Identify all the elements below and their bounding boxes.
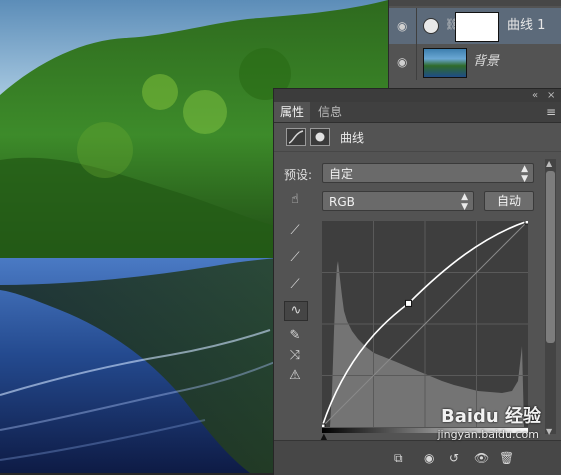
curve-control-point[interactable] xyxy=(405,299,413,307)
layer-visibility-eye-icon[interactable]: ◉ xyxy=(397,19,411,33)
curves-graph-svg[interactable] xyxy=(322,221,528,427)
tab-info[interactable]: 信息 xyxy=(312,102,348,122)
layer-row-divider xyxy=(416,44,417,80)
curve-control-point[interactable] xyxy=(322,423,326,427)
preset-value: 自定 xyxy=(329,167,354,181)
layer-row-curves[interactable]: ◉ ⛓ 曲线 1 xyxy=(389,8,561,44)
curves-graph[interactable] xyxy=(322,221,528,427)
clipping-warning-icon[interactable]: ⚠ xyxy=(284,367,306,385)
white-point-eyedropper-icon[interactable]: ⟋ xyxy=(284,276,306,294)
layer-row-background[interactable]: ◉ 背景 xyxy=(389,44,561,80)
layer-mask-thumbnail[interactable] xyxy=(455,12,499,42)
reset-icon[interactable]: ↺ xyxy=(449,451,459,465)
channel-value: RGB xyxy=(329,195,355,209)
clip-to-layer-icon[interactable]: ⧉ xyxy=(394,451,403,466)
curve-point-tool-icon[interactable]: ∿ xyxy=(284,301,308,321)
pencil-tool-icon[interactable]: ✎ xyxy=(284,327,306,345)
channel-select[interactable]: RGB ▲ ▼ xyxy=(322,191,474,212)
panel-menu-icon[interactable]: ≡ xyxy=(546,105,556,119)
auto-button[interactable]: 自动 xyxy=(484,191,534,211)
chevron-updown-icon: ▲ ▼ xyxy=(461,192,468,212)
collapse-icon[interactable]: « xyxy=(532,90,538,101)
preset-select[interactable]: 自定 ▲ ▼ xyxy=(322,163,534,184)
scrollbar-thumb[interactable] xyxy=(546,171,555,343)
panel-tabs: 属性 信息 ≡ xyxy=(274,102,561,123)
black-point-eyedropper-icon[interactable]: ⟋ xyxy=(284,222,306,240)
layers-panel-top-strip xyxy=(389,0,561,6)
target-adjust-icon[interactable]: ☝ xyxy=(284,191,306,209)
panel-titlebar[interactable]: « × xyxy=(274,89,561,102)
view-previous-icon[interactable]: ◉ xyxy=(424,451,434,465)
smooth-curve-icon[interactable]: ⤨ xyxy=(284,347,306,365)
layer-thumbnail[interactable] xyxy=(423,48,467,78)
watermark-brand: Baidu 经验 xyxy=(440,406,541,427)
close-icon[interactable]: × xyxy=(547,90,555,101)
curves-adjustment-icon[interactable] xyxy=(286,128,306,146)
preset-label: 预设: xyxy=(284,168,313,182)
layer-row-divider xyxy=(416,8,417,44)
layers-panel: ◉ ⛓ 曲线 1 ◉ 背景 xyxy=(388,0,561,92)
visibility-icon[interactable]: 👁 xyxy=(474,451,489,465)
properties-header: 曲线 xyxy=(274,123,561,152)
layer-visibility-eye-icon[interactable]: ◉ xyxy=(397,55,411,69)
curve-control-point[interactable] xyxy=(524,221,528,225)
layer-name[interactable]: 背景 xyxy=(473,54,499,70)
properties-title: 曲线 xyxy=(340,131,365,145)
properties-footer: ⧉ ◉ ↺ 👁 🗑 xyxy=(274,440,561,475)
scroll-down-icon[interactable]: ▼ xyxy=(546,427,552,436)
gray-point-eyedropper-icon[interactable]: ⟋ xyxy=(284,249,306,267)
watermark-url: jingyan.baidu.com xyxy=(437,428,539,441)
chevron-updown-icon: ▲ ▼ xyxy=(521,164,528,184)
delete-icon[interactable]: 🗑 xyxy=(499,451,514,465)
mask-icon[interactable] xyxy=(310,128,330,146)
scroll-up-icon[interactable]: ▲ xyxy=(546,159,552,168)
adjustment-layer-icon xyxy=(423,18,439,34)
tab-properties[interactable]: 属性 xyxy=(274,102,311,122)
layer-name[interactable]: 曲线 1 xyxy=(507,18,545,34)
